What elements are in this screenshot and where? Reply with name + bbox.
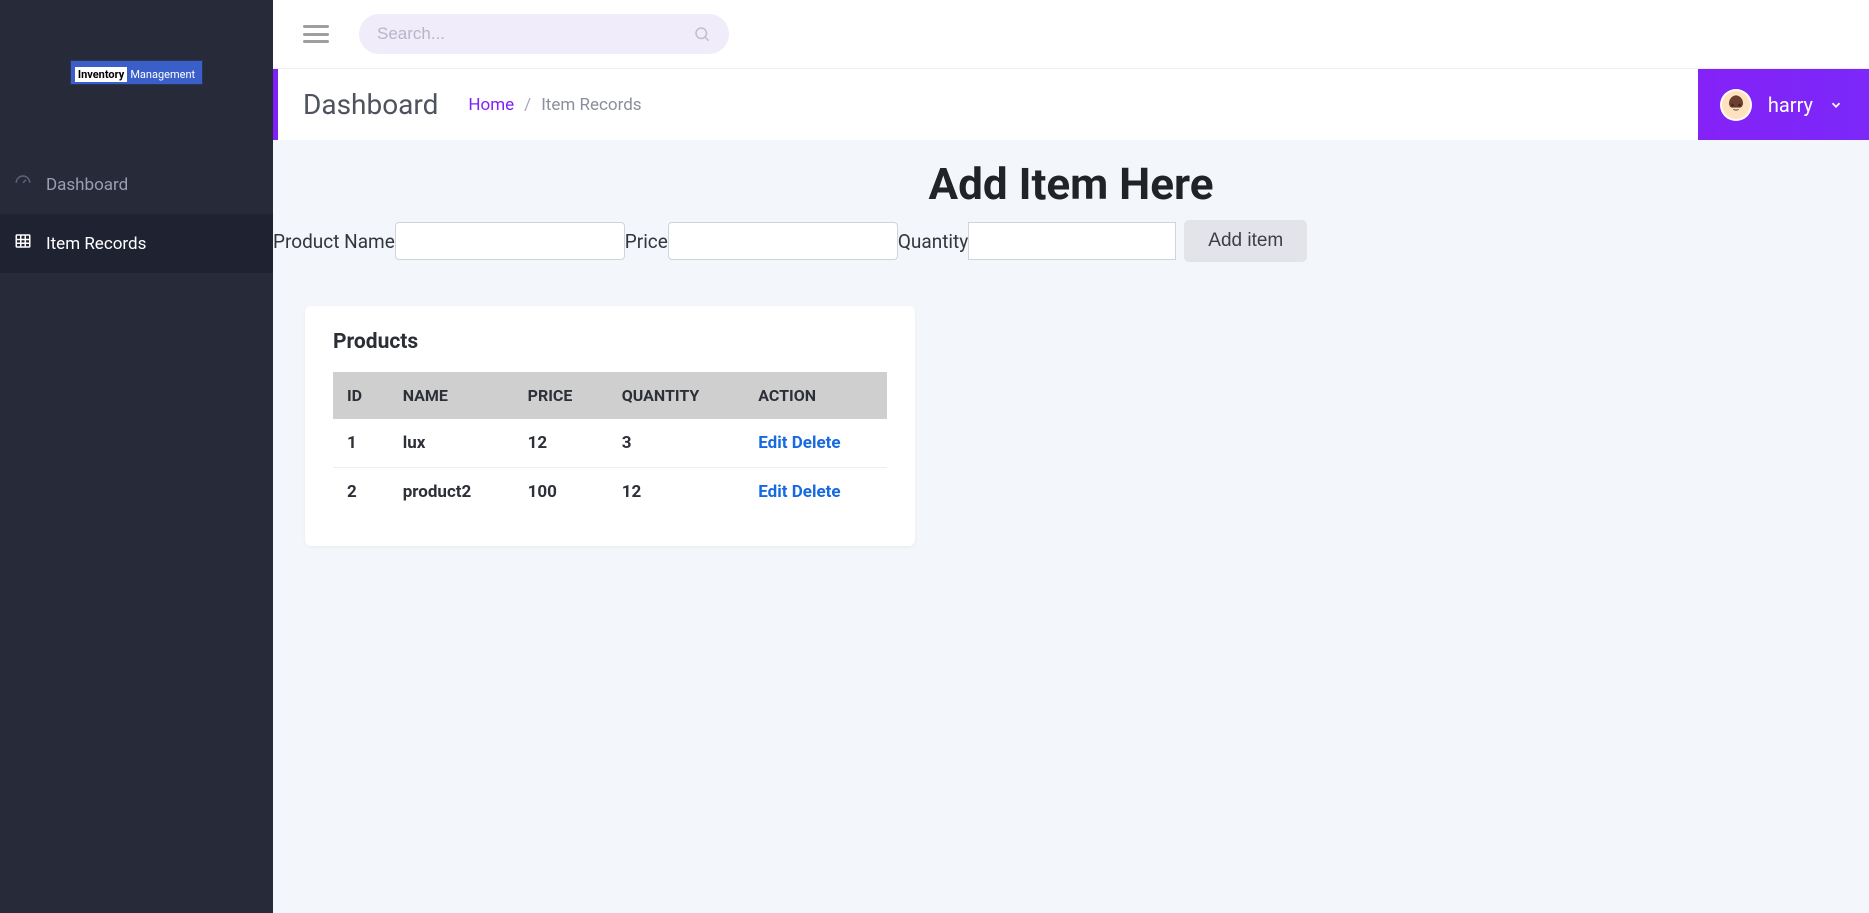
user-menu[interactable]: harry [1698,69,1869,140]
menu-toggle-icon[interactable] [303,25,329,43]
quantity-label: Quantity [898,230,968,253]
card-title: Products [333,330,887,354]
add-item-button[interactable]: Add item [1184,220,1307,262]
col-quantity: QUANTITY [608,372,745,419]
breadcrumb-separator: / [524,95,531,115]
product-name-label: Product Name [273,230,395,253]
add-item-form: Product Name Price Quantity Add item [273,220,1869,262]
content: Add Item Here Product Name Price Quantit… [273,140,1869,913]
username: harry [1768,93,1813,117]
edit-link[interactable]: Edit [758,482,787,502]
speedometer-icon [14,173,32,196]
cell-id: 2 [333,468,389,517]
col-name: NAME [389,372,514,419]
products-table: ID NAME PRICE QUANTITY ACTION 1 lux 12 3 [333,372,887,516]
sidebar-item-label: Item Records [46,234,146,254]
breadcrumb: Home / Item Records [468,95,641,115]
search-icon [693,25,711,43]
col-id: ID [333,372,389,419]
col-price: PRICE [514,372,608,419]
table-row: 1 lux 12 3 Edit Delete [333,419,887,468]
delete-link[interactable]: Delete [792,433,841,453]
logo-text-1: Inventory [75,67,127,82]
cell-action: Edit Delete [744,468,887,517]
sidebar-item-item-records[interactable]: Item Records [0,214,273,273]
cell-quantity: 12 [608,468,745,517]
cell-name: lux [389,419,514,468]
product-name-input[interactable] [395,222,625,260]
search-input[interactable] [377,24,693,44]
form-heading: Add Item Here [273,140,1869,220]
topbar [273,0,1869,68]
title-bar: Dashboard Home / Item Records harry [273,68,1869,140]
products-card: Products ID NAME PRICE QUANTITY ACTION 1… [305,306,915,546]
chevron-down-icon [1829,98,1843,112]
cell-price: 12 [514,419,608,468]
avatar [1720,89,1752,121]
sidebar-item-dashboard[interactable]: Dashboard [0,155,273,214]
cell-price: 100 [514,468,608,517]
quantity-input[interactable] [968,222,1176,260]
cell-action: Edit Delete [744,419,887,468]
cell-id: 1 [333,419,389,468]
page-title: Dashboard [303,88,438,121]
cell-quantity: 3 [608,419,745,468]
search-box[interactable] [359,14,729,54]
breadcrumb-home[interactable]: Home [468,95,514,115]
edit-link[interactable]: Edit [758,433,787,453]
price-label: Price [625,230,668,253]
breadcrumb-current: Item Records [541,95,641,115]
delete-link[interactable]: Delete [792,482,841,502]
logo-text-2: Management [127,67,198,82]
title-accent [273,69,278,140]
price-input[interactable] [668,222,898,260]
sidebar-item-label: Dashboard [46,175,128,195]
grid-icon [14,232,32,255]
cell-name: product2 [389,468,514,517]
table-header-row: ID NAME PRICE QUANTITY ACTION [333,372,887,419]
sidebar: InventoryManagement Dashboard Item Recor… [0,0,273,913]
col-action: ACTION [744,372,887,419]
main: Dashboard Home / Item Records harry Add … [273,0,1869,913]
logo: InventoryManagement [0,0,273,155]
table-row: 2 product2 100 12 Edit Delete [333,468,887,517]
